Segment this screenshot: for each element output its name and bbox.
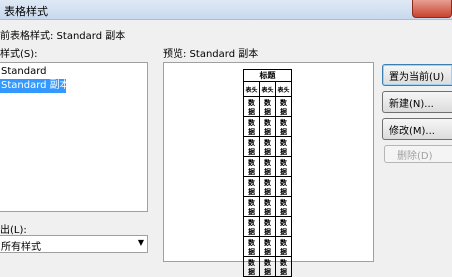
- preview-table-cell: 数据: [275, 156, 292, 177]
- preview-table-cell: 数据: [259, 236, 276, 257]
- list-filter-label: 出(L):: [0, 225, 27, 236]
- preview-table-row: 数据数据数据: [243, 156, 292, 177]
- new-button[interactable]: 新建(N)...: [382, 91, 452, 113]
- preview-table-row: 数据数据数据: [243, 196, 292, 217]
- style-list[interactable]: Standard Standard 副本: [0, 62, 148, 212]
- preview-table-row: 数据数据数据: [243, 176, 292, 197]
- preview-table-cell: 数据: [259, 176, 276, 197]
- preview-table-cell: 数据: [275, 256, 292, 277]
- preview-table-row: 数据数据数据: [243, 236, 292, 257]
- modify-button[interactable]: 修改(M)...: [382, 118, 452, 140]
- preview-table-cell: 数据: [243, 116, 260, 137]
- preview-table-cell: 数据: [275, 176, 292, 197]
- preview-table-cell: 数据: [259, 136, 276, 157]
- preview-table-cell: 数据: [259, 196, 276, 217]
- delete-button: 删除(D): [384, 145, 452, 163]
- list-filter-value: 所有样式: [1, 242, 41, 253]
- style-item-standard[interactable]: Standard: [0, 65, 47, 79]
- preview-table-cell: 数据: [275, 236, 292, 257]
- preview-table-header: 表头: [243, 81, 260, 97]
- styles-label: 样式(S):: [0, 49, 38, 60]
- preview-table-header: 表头: [259, 81, 276, 97]
- current-style-label: 前表格样式: Standard 副本: [0, 31, 126, 42]
- preview-table-cell: 数据: [243, 196, 260, 217]
- window-title: 表格样式: [4, 5, 48, 18]
- preview-table-cell: 数据: [243, 176, 260, 197]
- preview-table-cell: 数据: [259, 156, 276, 177]
- preview-table-cell: 数据: [275, 136, 292, 157]
- style-item-standard-copy[interactable]: Standard 副本: [0, 79, 70, 93]
- preview-table-cell: 数据: [243, 156, 260, 177]
- chevron-down-icon: ▼: [137, 238, 144, 247]
- preview-table-cell: 数据: [243, 96, 260, 117]
- preview-table-cell: 数据: [259, 216, 276, 237]
- title-bar: 表格样式: [0, 0, 452, 20]
- set-current-button[interactable]: 置为当前(U): [382, 64, 452, 86]
- preview-table-cell: 数据: [259, 256, 276, 277]
- preview-table-cell: 数据: [243, 136, 260, 157]
- close-button[interactable]: [412, 0, 452, 18]
- preview-table-row: 数据数据数据: [243, 116, 292, 137]
- list-filter-dropdown[interactable]: 所有样式 ▼: [0, 235, 148, 253]
- preview-table-title: 标题: [243, 69, 292, 82]
- preview-table-cell: 数据: [243, 236, 260, 257]
- preview-table-row: 数据数据数据: [243, 96, 292, 117]
- preview-table-row: 数据数据数据: [243, 256, 292, 277]
- preview-table-cell: 数据: [243, 216, 260, 237]
- preview-table-row: 数据数据数据: [243, 216, 292, 237]
- preview-table-cell: 数据: [259, 116, 276, 137]
- preview-table-row: 数据数据数据: [243, 136, 292, 157]
- preview-label: 预览: Standard 副本: [163, 49, 259, 60]
- preview-table-cell: 数据: [259, 96, 276, 117]
- preview-table-cell: 数据: [243, 256, 260, 277]
- preview-table-cell: 数据: [275, 216, 292, 237]
- preview-panel: 标题 表头 表头 表头 数据数据数据数据数据数据数据数据数据数据数据数据数据数据…: [163, 62, 374, 277]
- preview-table-cell: 数据: [275, 96, 292, 117]
- preview-table-cell: 数据: [275, 196, 292, 217]
- preview-table-header: 表头: [275, 81, 292, 97]
- preview-table: 标题 表头 表头 表头 数据数据数据数据数据数据数据数据数据数据数据数据数据数据…: [243, 69, 292, 277]
- preview-table-cell: 数据: [275, 116, 292, 137]
